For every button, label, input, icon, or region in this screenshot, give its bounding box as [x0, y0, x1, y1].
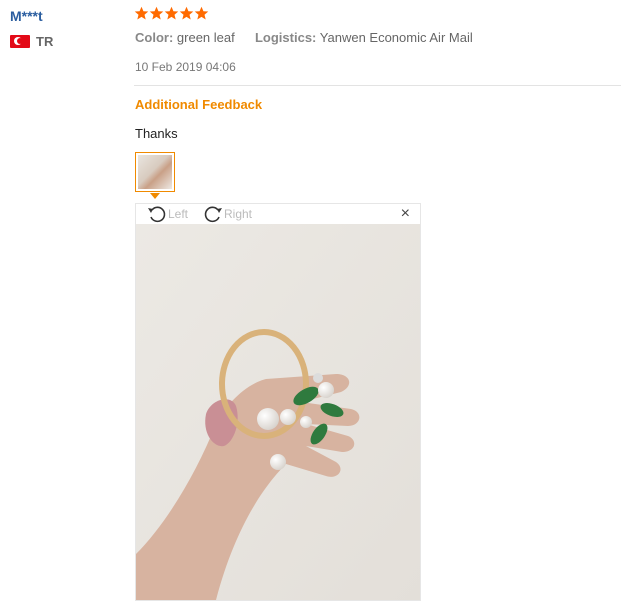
- rotate-right-label: Right: [224, 207, 253, 221]
- rotate-right-button[interactable]: Right: [202, 204, 252, 224]
- star-icon: [134, 6, 149, 21]
- reviewer-country: TR: [10, 34, 53, 49]
- star-icon: [194, 6, 209, 21]
- star-icon: [164, 6, 179, 21]
- logistics-label: Logistics:: [254, 30, 317, 45]
- additional-feedback-heading: Additional Feedback: [135, 97, 263, 112]
- feedback-comment: Thanks: [135, 126, 178, 141]
- divider: [134, 85, 621, 86]
- viewer-toolbar: Left Right ×: [136, 204, 420, 224]
- rating-stars: [134, 6, 209, 21]
- rotate-left-icon: [146, 204, 168, 224]
- review-date: 10 Feb 2019 04:06: [135, 60, 236, 74]
- review-photo: [136, 224, 420, 600]
- rotate-left-label: Left: [168, 207, 189, 221]
- star-icon: [149, 6, 164, 21]
- color-label: Color:: [135, 30, 174, 45]
- rotate-right-icon: [202, 204, 224, 224]
- photo-thumbnail[interactable]: [135, 152, 175, 192]
- order-attributes: Color: green leaf Logistics: Yanwen Econ…: [135, 30, 473, 45]
- logistics-value: Yanwen Economic Air Mail: [319, 30, 473, 45]
- photo-viewer: Left Right ×: [135, 203, 421, 601]
- reviewer-name[interactable]: M***t: [10, 8, 43, 24]
- color-value: green leaf: [176, 30, 235, 45]
- close-icon[interactable]: ×: [401, 205, 410, 223]
- rotate-left-button[interactable]: Left: [146, 204, 188, 224]
- country-code: TR: [36, 34, 54, 49]
- turkey-flag-icon: [10, 35, 30, 48]
- star-icon: [179, 6, 194, 21]
- thumbnail-caret-icon: [150, 193, 160, 199]
